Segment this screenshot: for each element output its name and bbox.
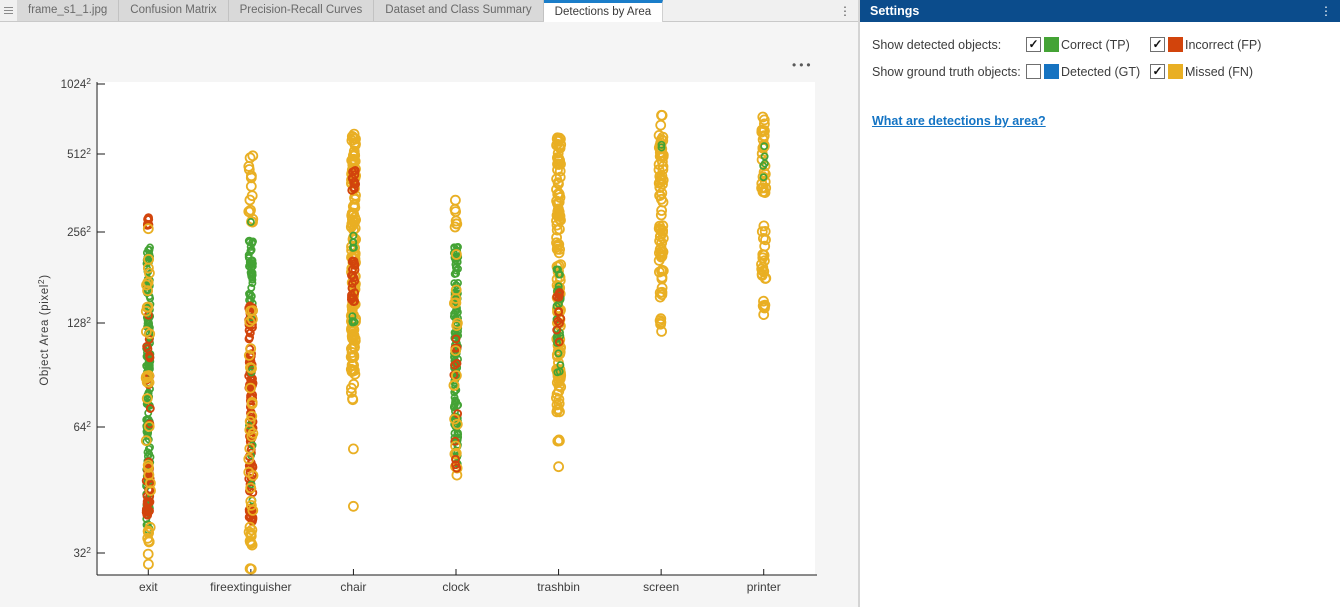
- legend-option-detected-gt: Detected (GT): [1026, 64, 1150, 79]
- legend-option-correct-tp: ✓ Correct (TP): [1026, 37, 1150, 52]
- tab-detections-by-area[interactable]: Detections by Area: [544, 0, 664, 22]
- tab-strip: frame_s1_1.jpgConfusion MatrixPrecision-…: [17, 0, 663, 21]
- legend-option-label: Incorrect (FP): [1185, 38, 1261, 52]
- settings-row-label: Show ground truth objects:: [872, 65, 1026, 79]
- x-tick-label-exit: exit: [139, 580, 158, 594]
- y-tick-label: 5122: [67, 146, 91, 161]
- x-tick-label-trashbin: trashbin: [537, 580, 580, 594]
- help-link[interactable]: What are detections by area?: [872, 114, 1046, 128]
- legend-option-label: Correct (TP): [1061, 38, 1130, 52]
- checkbox-incorrect-fp[interactable]: ✓: [1150, 37, 1165, 52]
- axes-toolbar-ellipsis-icon[interactable]: •••: [792, 60, 814, 70]
- checkbox-missed-fn[interactable]: ✓: [1150, 64, 1165, 79]
- checkbox-detected-gt[interactable]: [1026, 64, 1041, 79]
- legend-swatch-incorrect-fp: [1168, 37, 1183, 52]
- y-axis-label: Object Area (pixel2): [36, 274, 51, 385]
- settings-header: Settings ⋮: [860, 0, 1340, 22]
- settings-title: Settings: [870, 4, 1320, 18]
- y-tick-label: 2562: [67, 224, 91, 239]
- legend-swatch-missed-fn: [1168, 64, 1183, 79]
- tab-frame-s1-1-jpg[interactable]: frame_s1_1.jpg: [17, 0, 119, 21]
- tab-confusion-matrix[interactable]: Confusion Matrix: [119, 0, 228, 21]
- tab-overflow-ellipsis-icon[interactable]: ⋮: [832, 0, 858, 21]
- y-tick-label: 642: [73, 419, 91, 434]
- settings-row: Show ground truth objects: Detected (GT) ✓…: [872, 61, 1340, 82]
- x-tick-label-clock: clock: [442, 580, 470, 594]
- y-tick-label: 10242: [61, 76, 92, 91]
- x-tick-label-chair: chair: [340, 580, 366, 594]
- tab-dataset-and-class-summary[interactable]: Dataset and Class Summary: [374, 0, 543, 21]
- x-tick-label-fireextinguisher: fireextinguisher: [210, 580, 291, 594]
- document-tab-bar: frame_s1_1.jpgConfusion MatrixPrecision-…: [0, 0, 858, 22]
- tab-precision-recall-curves[interactable]: Precision-Recall Curves: [229, 0, 375, 21]
- settings-body: Show detected objects:✓Correct (TP)✓Inco…: [860, 22, 1340, 130]
- x-tick-label-printer: printer: [747, 580, 781, 594]
- scatter-points-fireextinguisher[interactable]: [244, 151, 257, 573]
- x-tick-label-screen: screen: [643, 580, 679, 594]
- legend-option-label: Detected (GT): [1061, 65, 1140, 79]
- legend-option-missed-fn: ✓ Missed (FN): [1150, 64, 1253, 79]
- settings-row-label: Show detected objects:: [872, 38, 1026, 52]
- detections-by-area-plot[interactable]: 10242 5122 2562 1282 642 322 exit fireextinguis…: [0, 22, 858, 607]
- settings-row: Show detected objects:✓Correct (TP)✓Inco…: [872, 34, 1340, 55]
- legend-option-incorrect-fp: ✓ Incorrect (FP): [1150, 37, 1261, 52]
- legend-swatch-detected-gt: [1044, 64, 1059, 79]
- detections-by-area-panel: 10242 5122 2562 1282 642 322 exit fireextinguis…: [0, 22, 858, 607]
- app-window: frame_s1_1.jpgConfusion MatrixPrecision-…: [0, 0, 1340, 607]
- settings-rows: Show detected objects:✓Correct (TP)✓Inco…: [872, 34, 1340, 82]
- settings-panel: Settings ⋮ Show detected objects:✓Correc…: [858, 0, 1340, 607]
- settings-menu-ellipsis-icon[interactable]: ⋮: [1320, 4, 1332, 18]
- legend-option-label: Missed (FN): [1185, 65, 1253, 79]
- legend-swatch-correct-tp: [1044, 37, 1059, 52]
- y-tick-label: 322: [73, 545, 91, 560]
- checkbox-correct-tp[interactable]: ✓: [1026, 37, 1041, 52]
- tab-list-icon[interactable]: [0, 0, 17, 21]
- y-tick-label: 1282: [67, 315, 91, 330]
